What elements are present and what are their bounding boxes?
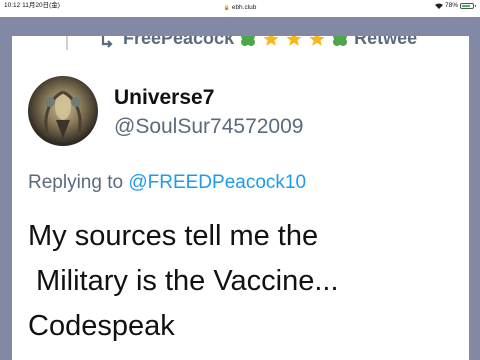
address-url: ebh.club [231,4,257,11]
replying-to: Replying to @FREEDPeacock10 [28,172,306,194]
address-bar[interactable]: 🔒 ebh.club [0,2,480,14]
screenshot-frame: FreePeacock Retwee Universe7 @SoulSur745… [0,17,480,360]
battery-icon [460,3,476,9]
status-right: 78% [434,0,476,12]
lock-icon: 🔒 [223,5,230,11]
battery-fill [462,5,470,7]
retweet-row-text: FreePeacock [123,36,235,48]
clover-icon [239,36,257,48]
tweet-text-line: Codespeak [28,310,175,342]
star-icon [262,36,280,48]
thread-line [66,36,68,50]
star-icon [285,36,303,48]
clover-icon [331,36,349,48]
tweet-text-line: Military is the Vaccine... [28,265,339,297]
retweet-label: Retwee [354,36,418,48]
mention-link[interactable]: @FREEDPeacock10 [128,172,306,193]
avatar[interactable] [28,76,98,146]
retweet-row: FreePeacock Retwee [100,36,417,49]
tweet-text-line: My sources tell me the [28,220,319,252]
user-handle[interactable]: @SoulSur74572009 [114,115,303,139]
replying-prefix: Replying to [28,172,129,193]
star-icon [308,36,326,48]
user-name[interactable]: Universe7 [114,86,214,110]
battery-percent: 78% [444,2,458,9]
wifi-icon [434,3,443,9]
status-bar: 10:12 11月20日(金) 🔒 ebh.club 78% [0,0,480,17]
tweet-card: FreePeacock Retwee Universe7 @SoulSur745… [12,36,469,360]
retweet-icon [100,36,118,48]
tweet-text: My sources tell me the Military is the V… [28,214,458,349]
